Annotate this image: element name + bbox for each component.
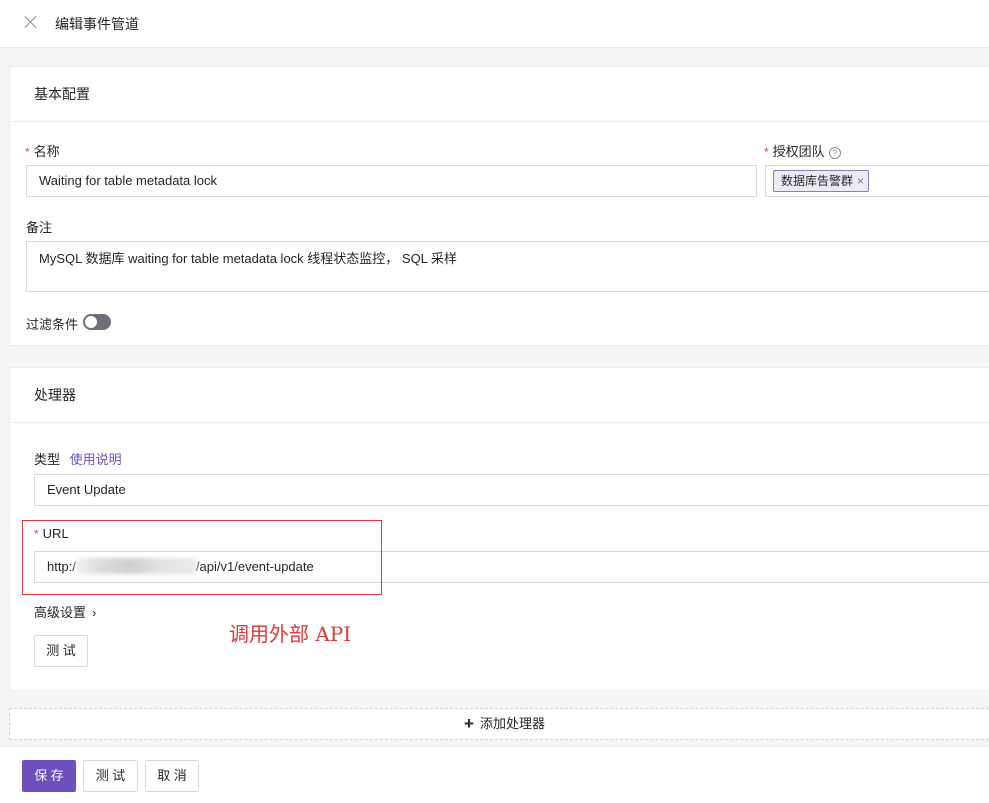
type-label: 类型 使用说明 bbox=[34, 452, 122, 467]
basic-config-title: 基本配置 bbox=[10, 67, 989, 122]
cancel-button[interactable]: 取 消 bbox=[145, 760, 199, 792]
name-label: * 名称 bbox=[25, 144, 60, 159]
url-highlight-box bbox=[22, 520, 382, 595]
team-tag: 数据库告警群 × bbox=[773, 170, 870, 192]
usage-doc-link[interactable]: 使用说明 bbox=[70, 452, 122, 467]
advanced-settings-toggle[interactable]: 高级设置 › bbox=[34, 602, 96, 621]
type-select[interactable]: Event Update bbox=[34, 474, 989, 506]
note-textarea[interactable]: MySQL 数据库 waiting for table metadata loc… bbox=[26, 241, 989, 292]
save-button[interactable]: 保 存 bbox=[22, 760, 76, 792]
close-icon[interactable] bbox=[22, 13, 40, 31]
processor-title: 处理器 bbox=[10, 368, 989, 423]
name-input[interactable]: Waiting for table metadata lock bbox=[26, 165, 757, 197]
team-select[interactable]: 数据库告警群 × bbox=[765, 165, 989, 197]
plus-icon: + bbox=[464, 714, 474, 733]
add-processor-button[interactable]: + 添加处理器 bbox=[9, 708, 989, 740]
required-mark: * bbox=[25, 145, 30, 159]
basic-config-card: 基本配置 * 名称 Waiting for table metadata lock… bbox=[9, 66, 989, 346]
annotation-text: 调用外部 API bbox=[229, 622, 352, 646]
footer-bar: 保 存 测 试 取 消 bbox=[0, 746, 989, 803]
team-label: * 授权团队? bbox=[764, 141, 841, 160]
chevron-right-icon: › bbox=[92, 605, 97, 620]
tag-close-icon[interactable]: × bbox=[857, 171, 864, 191]
test-button[interactable]: 测 试 bbox=[83, 760, 138, 792]
question-circle-icon[interactable]: ? bbox=[828, 147, 841, 159]
page-title: 编辑事件管道 bbox=[55, 16, 139, 32]
filter-switch[interactable] bbox=[83, 314, 111, 330]
top-bar: 编辑事件管道 bbox=[0, 0, 989, 48]
required-mark: * bbox=[764, 145, 769, 159]
processor-test-button[interactable]: 测 试 bbox=[34, 635, 88, 667]
note-label: 备注 bbox=[26, 220, 53, 235]
filter-label: 过滤条件 bbox=[26, 317, 79, 332]
